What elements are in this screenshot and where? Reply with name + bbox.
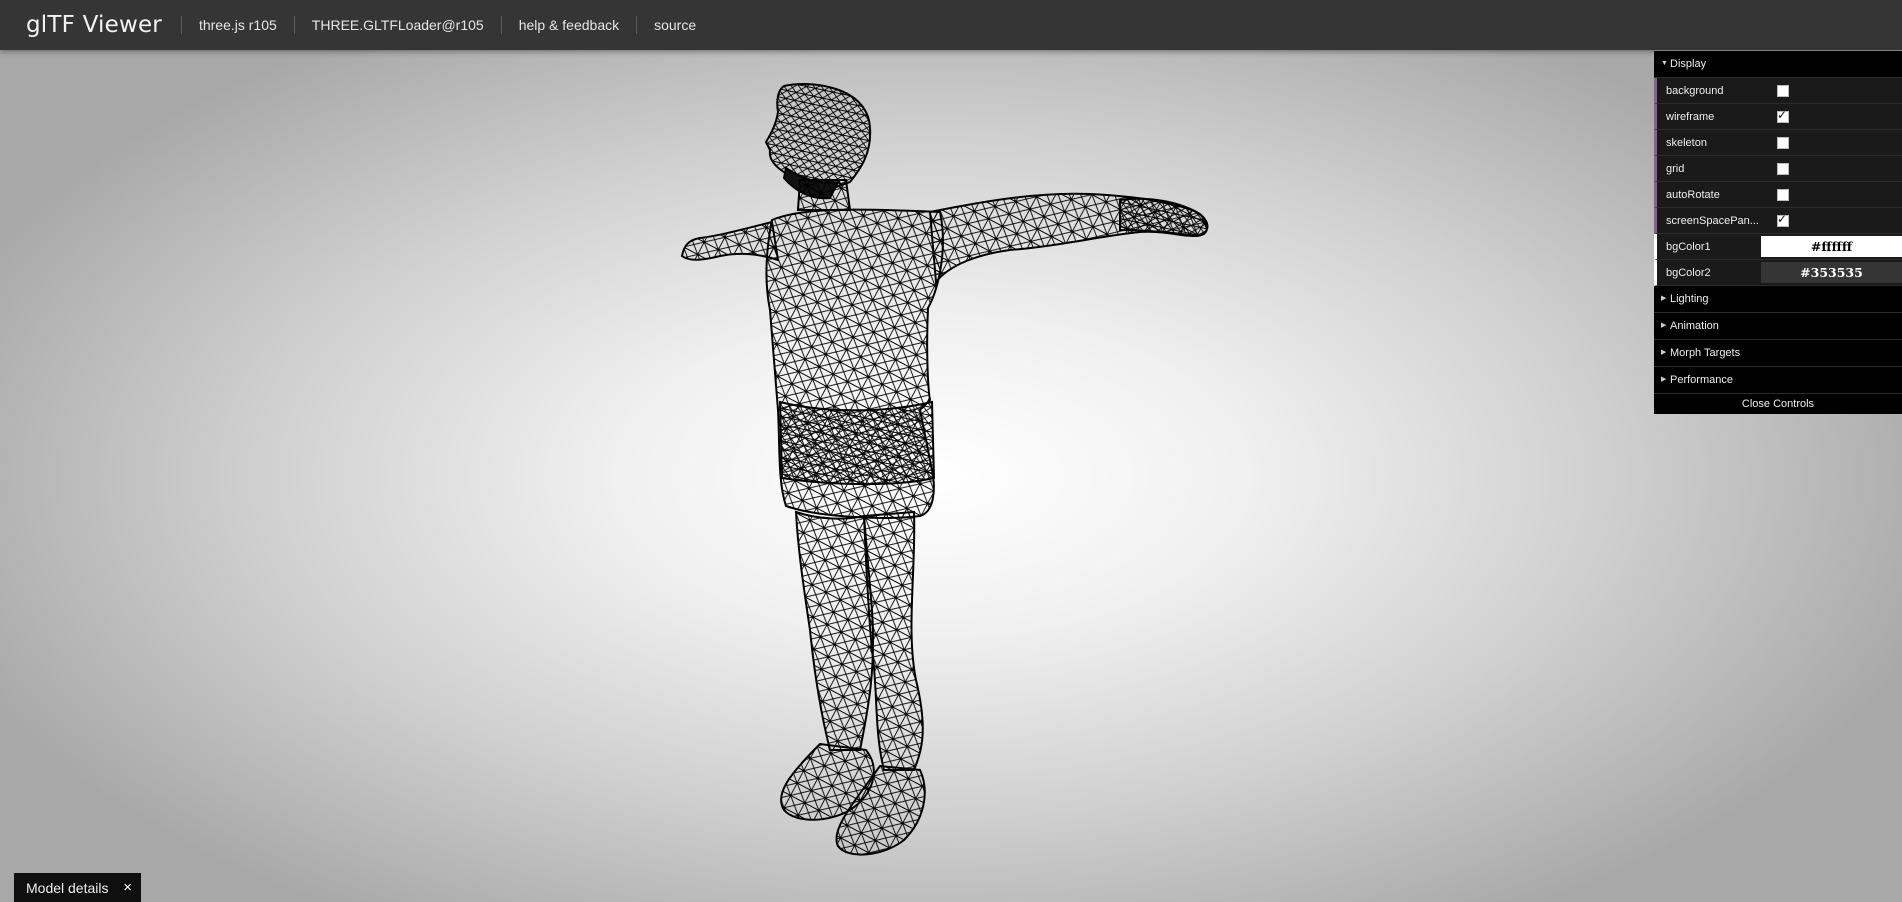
folder-lighting[interactable]: ▶ Lighting	[1654, 286, 1902, 313]
app-title: glTF Viewer	[26, 12, 162, 38]
app-header: glTF Viewer three.js r105 THREE.GLTFLoad…	[0, 0, 1902, 50]
autorotate-checkbox[interactable]	[1777, 188, 1789, 201]
folder-label: Animation	[1670, 320, 1719, 332]
control-row-bgcolor1: bgColor1 #ffffff	[1654, 234, 1902, 260]
caret-right-icon: ▶	[1661, 349, 1667, 356]
control-row-autorotate: autoRotate	[1654, 182, 1902, 208]
folder-display[interactable]: ▼ Display	[1654, 51, 1902, 78]
control-row-skeleton: skeleton	[1654, 130, 1902, 156]
background-checkbox[interactable]	[1777, 84, 1789, 97]
caret-right-icon: ▶	[1661, 295, 1667, 302]
link-help-feedback[interactable]: help & feedback	[500, 16, 636, 34]
close-controls-button[interactable]: Close Controls	[1654, 394, 1902, 414]
link-threejs[interactable]: three.js r105	[180, 16, 294, 34]
caret-right-icon: ▶	[1661, 376, 1667, 383]
grid-checkbox[interactable]	[1777, 162, 1789, 175]
control-label: bgColor1	[1666, 240, 1711, 253]
checkmark-icon: ✓	[1777, 107, 1788, 122]
control-row-bgcolor2: bgColor2 #353535	[1654, 260, 1902, 286]
bgcolor1-swatch[interactable]: #ffffff	[1761, 236, 1902, 257]
model-details-toggle[interactable]: Model details ×	[14, 873, 141, 902]
wireframe-checkbox[interactable]: ✓	[1777, 107, 1789, 123]
caret-right-icon: ▶	[1661, 322, 1667, 329]
caret-down-icon: ▼	[1661, 60, 1668, 67]
bgcolor2-swatch[interactable]: #353535	[1761, 262, 1902, 283]
control-label: screenSpacePan...	[1666, 214, 1759, 227]
close-icon[interactable]: ×	[123, 879, 132, 896]
control-label: grid	[1666, 162, 1685, 175]
control-row-grid: grid	[1654, 156, 1902, 182]
control-label: autoRotate	[1666, 188, 1720, 201]
control-row-background: background	[1654, 78, 1902, 104]
control-label: skeleton	[1666, 136, 1707, 149]
control-label: background	[1666, 84, 1724, 97]
folder-morph-targets[interactable]: ▶ Morph Targets	[1654, 340, 1902, 367]
control-row-wireframe: wireframe ✓	[1654, 104, 1902, 130]
screenspacepanning-checkbox[interactable]: ✓	[1777, 211, 1789, 227]
control-label: bgColor2	[1666, 266, 1711, 279]
control-row-screenspacepanning: screenSpacePan... ✓	[1654, 208, 1902, 234]
folder-display-label: Display	[1670, 58, 1707, 70]
wireframe-model	[680, 83, 1209, 856]
folder-label: Lighting	[1670, 293, 1709, 305]
link-gltfloader[interactable]: THREE.GLTFLoader@r105	[293, 16, 501, 34]
folder-performance[interactable]: ▶ Performance	[1654, 367, 1902, 394]
folder-animation[interactable]: ▶ Animation	[1654, 313, 1902, 340]
skeleton-checkbox[interactable]	[1777, 136, 1789, 149]
control-label: wireframe	[1666, 110, 1715, 123]
model-details-label: Model details	[26, 879, 109, 896]
folder-label: Performance	[1670, 374, 1733, 386]
folder-label: Morph Targets	[1670, 347, 1741, 359]
3d-viewport[interactable]	[0, 50, 1902, 902]
checkmark-icon: ✓	[1777, 211, 1788, 226]
controls-panel: ▼ Display background wireframe ✓ skeleto…	[1654, 51, 1902, 414]
link-source[interactable]: source	[636, 16, 713, 34]
